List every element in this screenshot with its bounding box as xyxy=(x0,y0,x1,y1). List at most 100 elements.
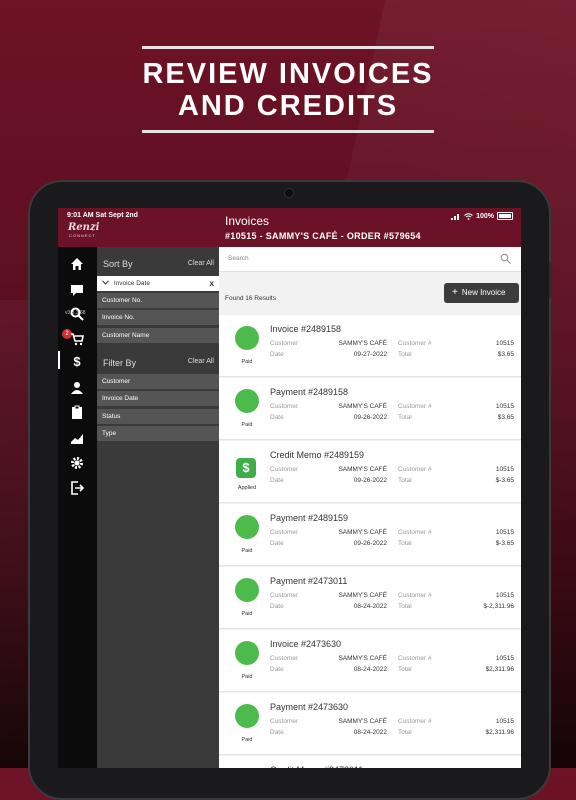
list-item[interactable]: $ Applied Credit Memo #2489159 Customer SAMM… xyxy=(219,441,521,503)
date-value: 08-24-2022 xyxy=(353,666,387,673)
total-label: Total xyxy=(398,477,412,484)
paid-status-icon xyxy=(235,515,259,539)
customer-value: SAMMY'S CAFÉ xyxy=(338,655,387,662)
status-label: Paid xyxy=(241,674,253,680)
customer-value: SAMMY'S CAFÉ xyxy=(338,592,387,599)
list-item[interactable]: Paid Payment #2489159 Customer SAMMY'S CAFÉ… xyxy=(219,504,521,566)
chart-icon[interactable] xyxy=(70,431,84,445)
status-label: Paid xyxy=(241,359,253,365)
customer-value: SAMMY'S CAFÉ xyxy=(338,466,387,473)
app-screen: 9:01 AM Sat Sept 2nd 100% Renzi CONNECT … xyxy=(58,208,521,768)
search-icon[interactable] xyxy=(70,307,84,321)
status-indicators: 100% xyxy=(451,212,513,220)
total-label: Total xyxy=(398,414,412,421)
filter-option-type[interactable]: Type xyxy=(97,426,219,442)
paid-status-icon xyxy=(235,578,259,602)
total-value: $-3.65 xyxy=(495,540,514,547)
clipboard-icon[interactable] xyxy=(70,405,84,419)
list-item[interactable]: Credit Memo #2473011 xyxy=(219,756,521,768)
total-label: Total xyxy=(398,729,412,736)
cart-icon[interactable] xyxy=(70,332,84,346)
results-count: Found 16 Results xyxy=(225,295,276,302)
customer-value: SAMMY'S CAFÉ xyxy=(338,340,387,347)
date-label: Date xyxy=(270,351,284,358)
item-title: Payment #2473011 xyxy=(270,576,348,586)
battery-icon xyxy=(497,212,513,220)
date-label: Date xyxy=(270,603,284,610)
headline-line-2: AND CREDITS xyxy=(177,90,399,122)
customer-number-value: 10515 xyxy=(495,529,514,536)
total-value: $-3.65 xyxy=(495,477,514,484)
search-input[interactable]: Search xyxy=(228,255,249,262)
customer-number-label: Customer # xyxy=(398,466,432,473)
total-value: $3.65 xyxy=(497,414,514,421)
customer-label: Customer xyxy=(270,655,299,662)
total-value: $-2,311.96 xyxy=(483,603,514,610)
list-item[interactable]: Paid Invoice #2489158 Customer SAMMY'S CAFÉ… xyxy=(219,315,521,377)
gear-icon[interactable] xyxy=(70,456,84,470)
total-label: Total xyxy=(398,540,412,547)
customer-label: Customer xyxy=(270,529,299,536)
logout-icon[interactable] xyxy=(70,481,84,495)
list-item[interactable]: Paid Payment #2473011 Customer SAMMY'S CAFÉ… xyxy=(219,567,521,629)
item-title: Payment #2473630 xyxy=(270,702,349,712)
total-label: Total xyxy=(398,666,412,673)
chat-icon[interactable] xyxy=(70,283,84,297)
date-label: Date xyxy=(270,540,284,547)
wifi-icon xyxy=(464,212,473,220)
paid-status-icon xyxy=(235,326,259,350)
customer-label: Customer xyxy=(270,466,299,473)
app-header: 9:01 AM Sat Sept 2nd 100% Renzi CONNECT … xyxy=(58,208,521,247)
date-value: 08-24-2022 xyxy=(353,603,387,610)
total-label: Total xyxy=(398,603,412,610)
sort-option-invoice-no[interactable]: Invoice No. xyxy=(97,310,219,326)
customer-label: Customer xyxy=(270,592,299,599)
customer-label: Customer xyxy=(270,340,299,347)
customer-number-label: Customer # xyxy=(398,655,432,662)
search-bar[interactable]: Search xyxy=(219,247,521,272)
home-icon[interactable] xyxy=(70,257,84,271)
total-value: $2,311.96 xyxy=(485,666,514,673)
date-label: Date xyxy=(270,477,284,484)
dollar-icon[interactable]: $ xyxy=(70,354,84,368)
list-item[interactable]: Paid Payment #2473630 Customer SAMMY'S CAFÉ… xyxy=(219,693,521,755)
customer-number-value: 10515 xyxy=(495,403,514,410)
filter-option-status[interactable]: Status xyxy=(97,409,219,425)
customer-number-label: Customer # xyxy=(398,340,432,347)
sort-option-customer-no[interactable]: Customer No. xyxy=(97,293,219,309)
date-label: Date xyxy=(270,666,284,673)
total-value: $2,311.96 xyxy=(485,729,514,736)
customer-number-label: Customer # xyxy=(398,718,432,725)
headline-bottom-rule xyxy=(142,130,434,133)
app-logo-sub: CONNECT xyxy=(69,233,96,238)
page-subtitle: #10515 - SAMMY'S CAFÉ - ORDER #579654 xyxy=(225,231,421,241)
results-pane: Search Found 16 Results + New Invoice Pai… xyxy=(219,247,521,768)
list-item[interactable]: Paid Payment #2489158 Customer SAMMY'S CAFÉ… xyxy=(219,378,521,440)
sort-heading: Sort By xyxy=(103,259,133,269)
filter-clear-button[interactable]: Clear All xyxy=(188,358,214,365)
filter-option-invoice-date[interactable]: Invoice Date xyxy=(97,391,219,407)
filter-option-customer[interactable]: Customer xyxy=(97,374,219,390)
customer-label: Customer xyxy=(270,718,299,725)
customer-number-value: 10515 xyxy=(495,655,514,662)
list-item[interactable]: Paid Invoice #2473630 Customer SAMMY'S CAFÉ… xyxy=(219,630,521,692)
status-label: Paid xyxy=(241,737,253,743)
headline-line-1: REVIEW INVOICES xyxy=(142,58,434,90)
total-label: Total xyxy=(398,351,412,358)
active-indicator xyxy=(58,351,60,369)
item-title: Invoice #2473630 xyxy=(270,639,342,649)
customer-number-value: 10515 xyxy=(495,340,514,347)
user-icon[interactable] xyxy=(70,381,84,395)
date-value: 09-26-2022 xyxy=(353,477,387,484)
customer-label: Customer xyxy=(270,403,299,410)
headline-top-rule xyxy=(142,46,434,49)
date-value: 09-26-2022 xyxy=(353,414,387,421)
sort-selected-invoice-date[interactable]: Invoice Date x xyxy=(97,276,219,292)
status-label: Applied xyxy=(237,485,257,491)
new-invoice-button[interactable]: + New Invoice xyxy=(444,283,519,303)
date-label: Date xyxy=(270,729,284,736)
sort-clear-button[interactable]: Clear All xyxy=(188,260,214,267)
search-icon[interactable] xyxy=(500,253,511,264)
remove-sort-icon[interactable]: x xyxy=(210,276,214,292)
sort-option-customer-name[interactable]: Customer Name xyxy=(97,328,219,344)
